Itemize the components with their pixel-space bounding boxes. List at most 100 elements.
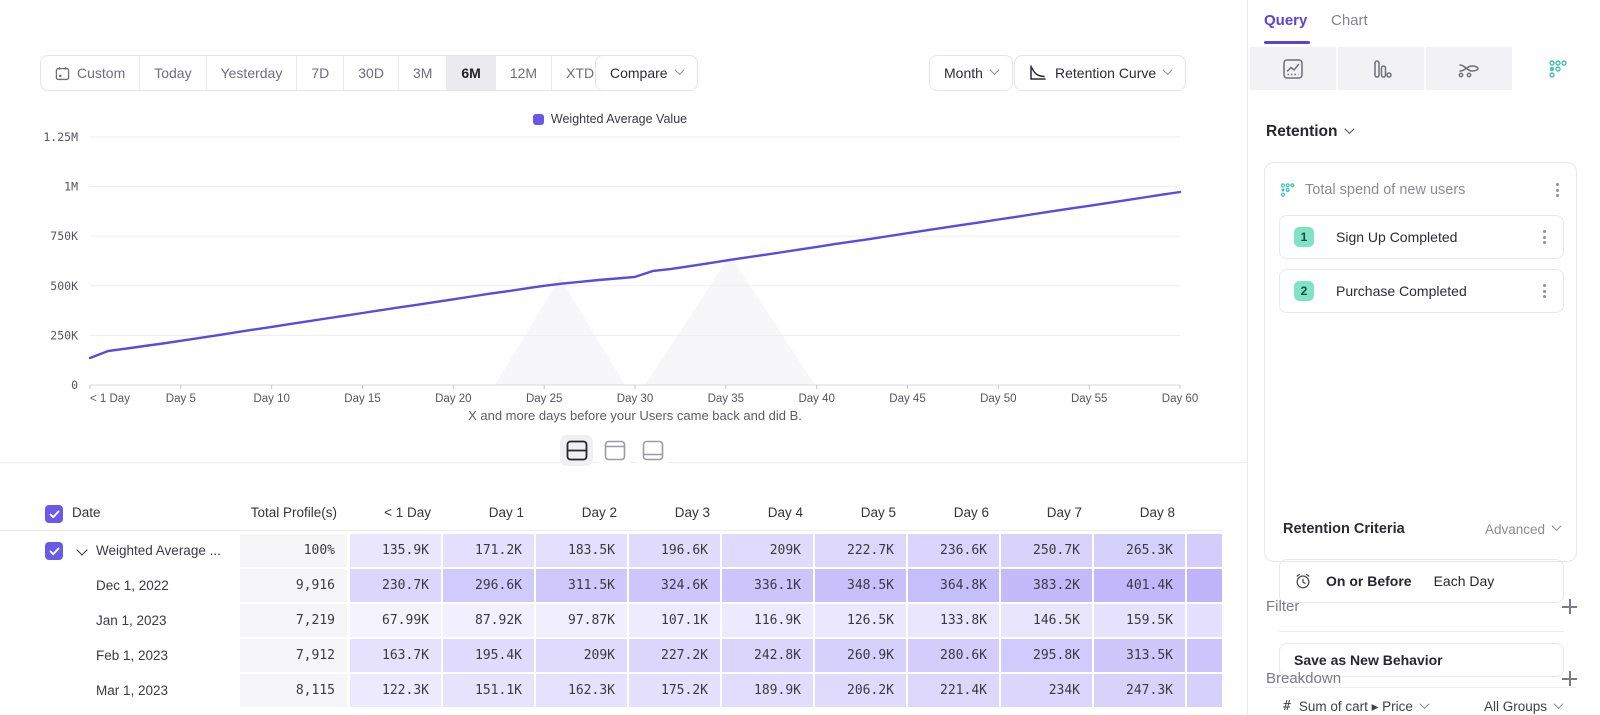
total-cell[interactable]: 7,219 — [240, 604, 349, 639]
criteria-mode-dropdown[interactable]: Advanced — [1485, 522, 1560, 537]
retention-value-cell[interactable]: 196.6K — [629, 534, 722, 569]
retention-value-cell[interactable]: 313.5K — [1094, 639, 1187, 674]
retention-value-cell[interactable]: 206.2K — [815, 674, 908, 709]
tile-insights-report[interactable] — [1250, 47, 1336, 90]
kebab-menu-icon[interactable] — [1550, 181, 1564, 199]
retention-value-cell[interactable]: 195.4K — [443, 639, 536, 674]
retention-value-cell[interactable]: 234K — [1001, 674, 1094, 709]
add-breakdown-button[interactable] — [1562, 671, 1577, 686]
retention-value-cell[interactable]: 383.2K — [1001, 569, 1094, 604]
granularity-button[interactable]: Month — [929, 55, 1013, 91]
retention-value-cell[interactable]: 151.1K — [443, 674, 536, 709]
retention-value-cell[interactable]: 126.5K — [815, 604, 908, 639]
retention-value-cell[interactable]: 107.1K — [629, 604, 722, 639]
retention-value-cell[interactable]: 250.7K — [1001, 534, 1094, 569]
retention-value-cell[interactable]: 67.99K — [350, 604, 443, 639]
row-label[interactable]: Jan 1, 2023 — [96, 613, 167, 628]
tab-query[interactable]: Query — [1264, 12, 1307, 29]
row-label[interactable]: Feb 1, 2023 — [96, 648, 168, 663]
retention-value-cell[interactable]: 247.3K — [1094, 674, 1187, 709]
retention-value-cell[interactable]: 122.3K — [350, 674, 443, 709]
range-6m[interactable]: 6M — [447, 56, 495, 90]
column-header-day[interactable]: Day 7 — [1004, 505, 1082, 520]
retention-value-cell[interactable]: 280.6K — [908, 639, 1001, 674]
range-yesterday[interactable]: Yesterday — [207, 56, 298, 90]
table-view-button[interactable] — [636, 435, 669, 466]
retention-value-cell[interactable]: 348.5K — [815, 569, 908, 604]
tile-retention-report[interactable] — [1514, 47, 1600, 90]
column-header-day[interactable]: < 1 Day — [353, 505, 431, 520]
kebab-menu-icon[interactable] — [1537, 228, 1551, 246]
measure-dropdown[interactable]: # Sum of cart ▸ Price — [1283, 699, 1474, 715]
retention-value-cell[interactable]: 265.3K — [1094, 534, 1187, 569]
criteria-window-dropdown[interactable]: Each Day — [1434, 573, 1495, 589]
retention-value-cell[interactable]: 227.2K — [629, 639, 722, 674]
retention-value-cell[interactable]: 183.5K — [536, 534, 629, 569]
kebab-menu-icon[interactable] — [1537, 282, 1551, 300]
retention-value-cell[interactable]: 116.9K — [722, 604, 815, 639]
range-custom[interactable]: Custom — [41, 56, 140, 90]
report-section-selector[interactable]: Retention — [1266, 123, 1353, 141]
column-header-day[interactable]: Day 3 — [632, 505, 710, 520]
range-today[interactable]: Today — [140, 56, 206, 90]
total-cell[interactable]: 8,115 — [240, 674, 349, 709]
column-header-day[interactable]: Day 1 — [446, 505, 524, 520]
retention-value-cell[interactable]: 189.9K — [722, 674, 815, 709]
row-label[interactable]: Weighted Average ... — [96, 543, 221, 558]
row-label[interactable]: Mar 1, 2023 — [96, 683, 168, 698]
chart-view-button[interactable] — [598, 435, 631, 466]
retention-value-cell[interactable]: 146.5K — [1001, 604, 1094, 639]
column-header-day[interactable]: Day 6 — [911, 505, 989, 520]
retention-value-cell[interactable]: 221.4K — [908, 674, 1001, 709]
chart-type-button[interactable]: Retention Curve — [1014, 55, 1186, 91]
retention-value-cell[interactable]: 222.7K — [815, 534, 908, 569]
retention-value-cell[interactable]: 159.5K — [1094, 604, 1187, 639]
retention-value-cell[interactable]: 260.9K — [815, 639, 908, 674]
column-header-total[interactable]: Total Profile(s) — [239, 505, 337, 520]
range-3m[interactable]: 3M — [399, 56, 447, 90]
row-checkbox[interactable] — [45, 542, 63, 560]
retention-value-cell[interactable]: 209K — [722, 534, 815, 569]
retention-value-cell[interactable]: 175.2K — [629, 674, 722, 709]
retention-value-cell[interactable]: 311.5K — [536, 569, 629, 604]
behavior-header[interactable]: Total spend of new users — [1279, 171, 1564, 209]
groups-dropdown[interactable]: All Groups — [1484, 699, 1562, 714]
retention-value-cell-partial[interactable] — [1187, 604, 1222, 639]
column-header-date[interactable]: Date — [72, 505, 101, 520]
total-cell[interactable]: 100% — [240, 534, 349, 569]
column-header-day[interactable]: Day 2 — [539, 505, 617, 520]
retention-line-chart[interactable]: 1.25M1M750K500K250K0< 1 DayDay 5Day 10Da… — [0, 105, 1220, 435]
retention-value-cell[interactable]: 209K — [536, 639, 629, 674]
retention-value-cell[interactable]: 336.1K — [722, 569, 815, 604]
retention-value-cell[interactable]: 242.8K — [722, 639, 815, 674]
total-cell[interactable]: 9,916 — [240, 569, 349, 604]
checkbox[interactable] — [45, 505, 63, 523]
retention-value-cell[interactable]: 401.4K — [1094, 569, 1187, 604]
retention-value-cell[interactable]: 163.7K — [350, 639, 443, 674]
retention-value-cell[interactable]: 87.92K — [443, 604, 536, 639]
retention-value-cell[interactable]: 296.6K — [443, 569, 536, 604]
retention-value-cell[interactable]: 324.6K — [629, 569, 722, 604]
retention-value-cell[interactable]: 230.7K — [350, 569, 443, 604]
column-header-day[interactable]: Day 8 — [1097, 505, 1175, 520]
retention-value-cell[interactable]: 364.8K — [908, 569, 1001, 604]
column-header-day[interactable]: Day 5 — [818, 505, 896, 520]
compare-button[interactable]: Compare — [595, 55, 698, 91]
checkbox[interactable] — [45, 542, 63, 560]
retention-value-cell[interactable]: 295.8K — [1001, 639, 1094, 674]
retention-value-cell[interactable]: 97.87K — [536, 604, 629, 639]
tile-flows-report[interactable] — [1426, 47, 1512, 90]
retention-value-cell[interactable]: 162.3K — [536, 674, 629, 709]
total-cell[interactable]: 7,912 — [240, 639, 349, 674]
split-view-button[interactable] — [560, 435, 593, 466]
chevron-down-icon[interactable] — [76, 544, 87, 555]
range-30d[interactable]: 30D — [344, 56, 399, 90]
retention-value-cell-partial[interactable] — [1187, 569, 1222, 604]
add-filter-button[interactable] — [1562, 599, 1577, 614]
retention-value-cell[interactable]: 171.2K — [443, 534, 536, 569]
behavior-step-2[interactable]: 2Purchase Completed — [1279, 269, 1564, 313]
tile-funnels-report[interactable] — [1338, 47, 1424, 90]
row-label[interactable]: Dec 1, 2022 — [96, 578, 169, 593]
criteria-condition-dropdown[interactable]: On or Before — [1326, 573, 1412, 589]
tab-chart[interactable]: Chart — [1331, 12, 1368, 29]
